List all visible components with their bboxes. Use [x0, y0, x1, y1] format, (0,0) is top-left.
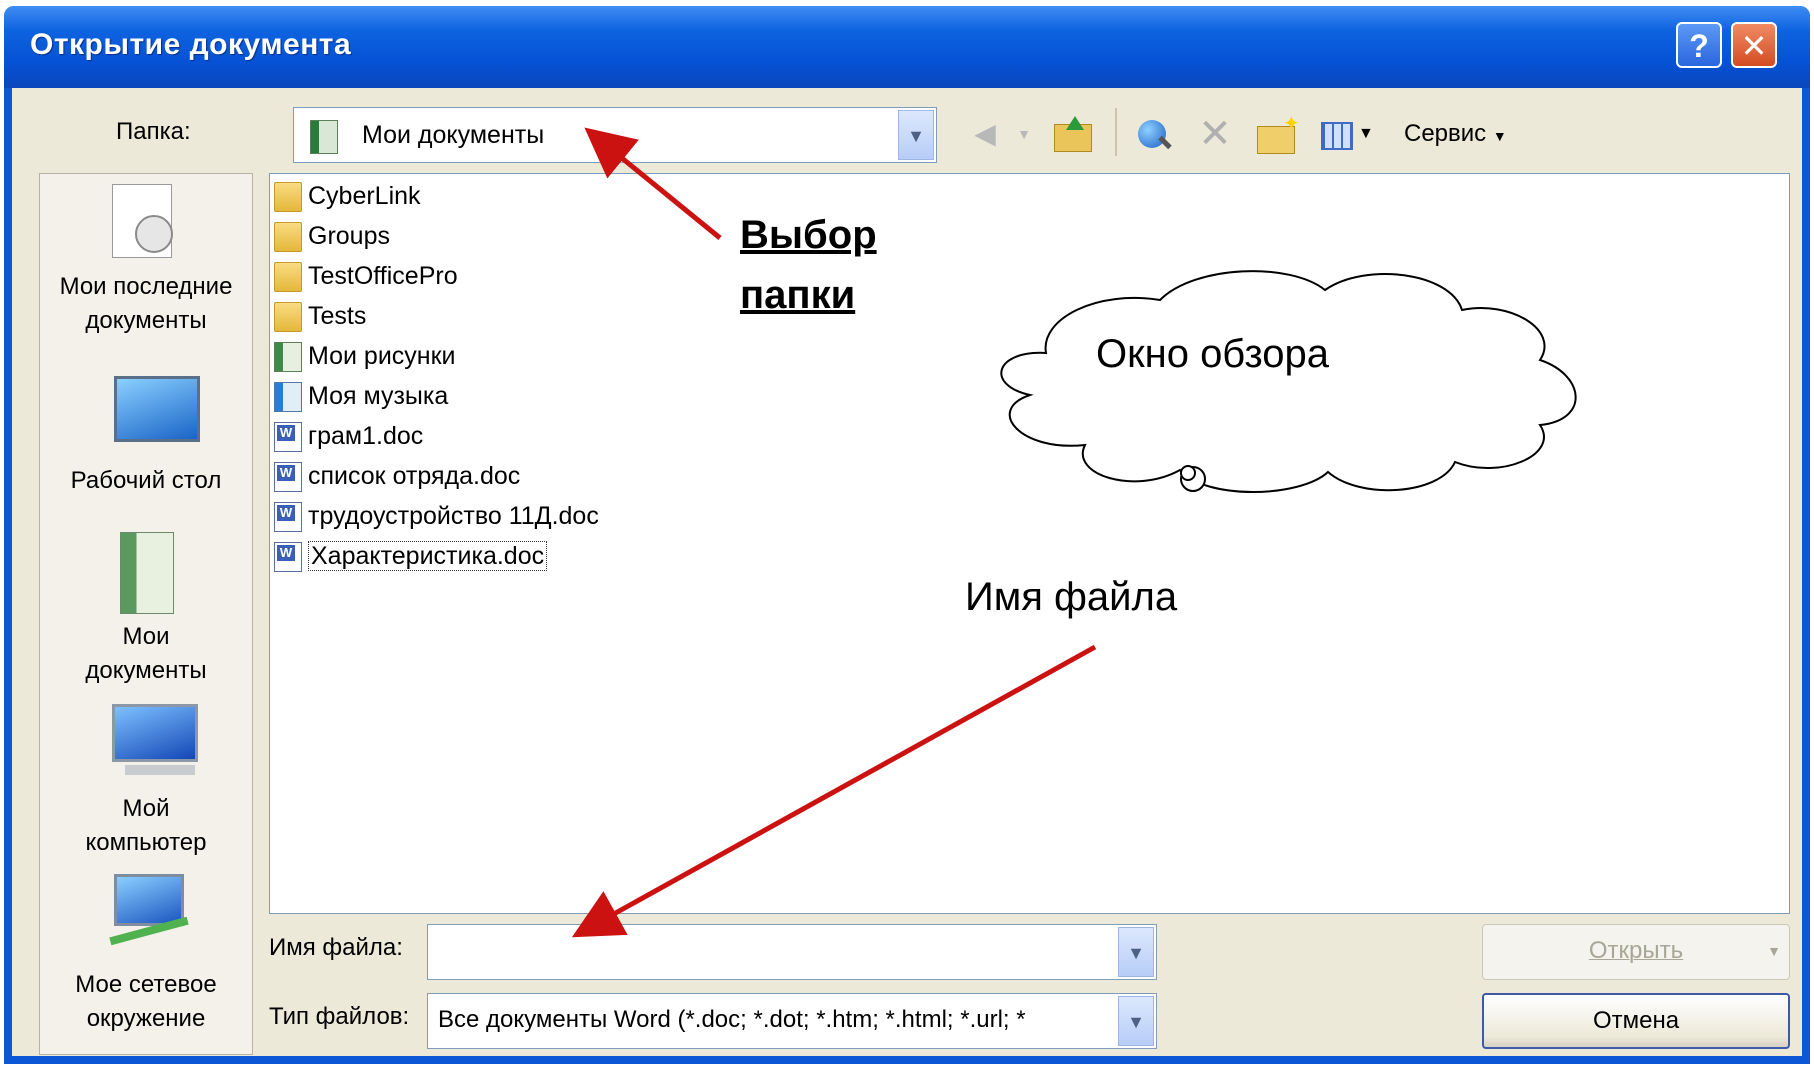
folder-choice-line1: Выбор — [740, 213, 877, 257]
filename-annotation: Имя файла — [965, 575, 1178, 619]
folder-choice-annotation: Выбор папки — [740, 205, 877, 325]
annotation-overlay — [571, 127, 1577, 938]
browse-window-annotation: Окно обзора — [1096, 332, 1329, 376]
folder-annotation-arrow — [584, 127, 722, 240]
folder-choice-line2: папки — [740, 273, 856, 317]
callout-cloud-shape — [1000, 270, 1577, 493]
filename-annotation-arrow — [571, 644, 1097, 938]
callout-bubble-small — [1180, 465, 1196, 481]
